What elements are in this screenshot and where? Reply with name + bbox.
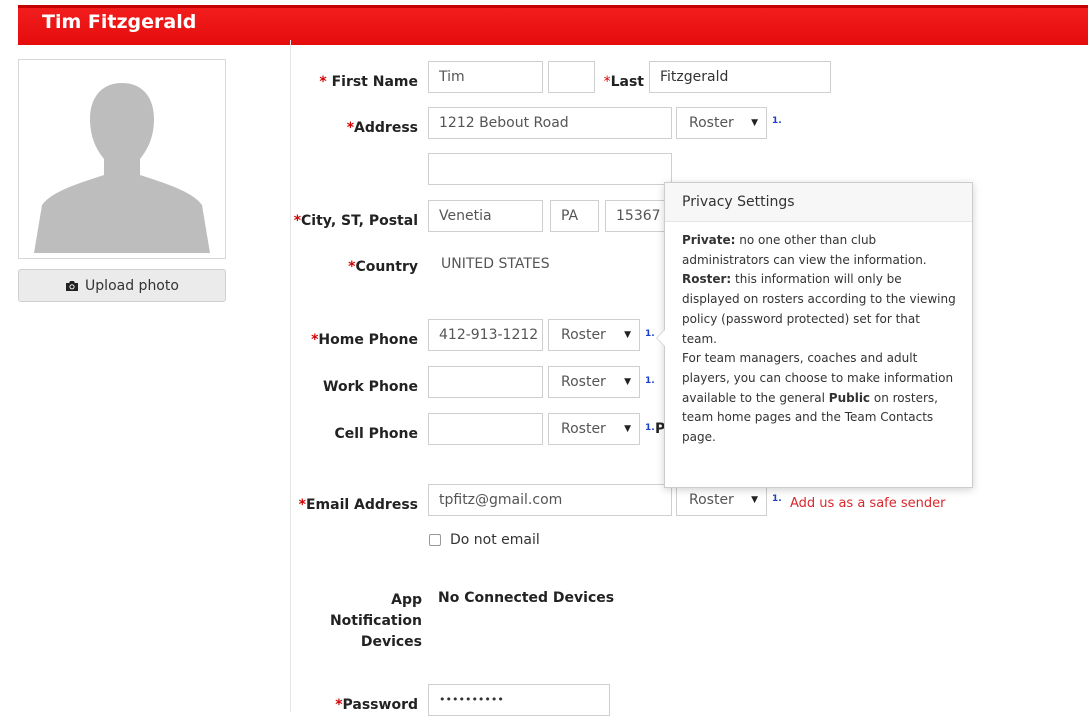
address-help-link[interactable]: 1.: [772, 116, 782, 126]
email-label: *Email Address: [298, 497, 418, 513]
page-title: Tim Fitzgerald: [42, 11, 197, 33]
work-phone-privacy-select[interactable]: Roster ▼: [548, 366, 640, 398]
country-select[interactable]: UNITED STATES: [428, 248, 668, 280]
middle-initial-input[interactable]: [548, 61, 595, 93]
first-name-input[interactable]: Tim: [428, 61, 543, 93]
dropdown-arrow-icon: ▼: [751, 495, 758, 505]
camera-icon: [66, 280, 79, 291]
person-silhouette-icon: [24, 65, 220, 253]
dropdown-arrow-icon: ▼: [624, 377, 631, 387]
address-line2-input[interactable]: [428, 153, 672, 185]
last-name-label: *Last: [603, 74, 644, 90]
do-not-email-checkbox[interactable]: [429, 534, 441, 546]
form-divider: [290, 40, 291, 712]
city-input[interactable]: Venetia: [428, 200, 543, 232]
address-line1-input[interactable]: 1212 Bebout Road: [428, 107, 672, 139]
privacy-settings-popover: Privacy Settings Private: no one other t…: [656, 182, 973, 488]
popover-body: Private: no one other than club administ…: [682, 233, 956, 445]
do-not-email-label: Do not email: [450, 532, 540, 548]
cell-phone-help-link[interactable]: 1.: [645, 423, 655, 433]
home-phone-privacy-select[interactable]: Roster ▼: [548, 319, 640, 351]
cell-phone-privacy-select[interactable]: Roster ▼: [548, 413, 640, 445]
cell-phone-input[interactable]: [428, 413, 543, 445]
popover-arrow-inner: [657, 330, 665, 346]
dropdown-arrow-icon: ▼: [624, 330, 631, 340]
state-input[interactable]: PA: [550, 200, 599, 232]
app-devices-value: No Connected Devices: [438, 590, 615, 606]
city-label: *City, ST, Postal: [293, 213, 418, 229]
dropdown-arrow-icon: ▼: [751, 118, 758, 128]
cell-phone-label: Cell Phone: [334, 426, 418, 442]
upload-photo-button[interactable]: Upload photo: [18, 269, 226, 302]
address-label: *Address: [346, 120, 418, 136]
password-label: *Password: [335, 697, 418, 713]
upload-photo-label: Upload photo: [85, 277, 179, 294]
work-phone-input[interactable]: [428, 366, 543, 398]
profile-header-bar: Tim Fitzgerald: [18, 5, 1088, 45]
avatar[interactable]: [18, 59, 226, 259]
app-devices-label: App Notification Devices: [329, 592, 422, 650]
dropdown-arrow-icon: ▼: [624, 424, 631, 434]
home-phone-help-link[interactable]: 1.: [645, 329, 655, 339]
popover-title: Privacy Settings: [665, 183, 972, 222]
email-input[interactable]: tpfitz@gmail.com: [428, 484, 672, 516]
home-phone-input[interactable]: 412-913-1212: [428, 319, 543, 351]
home-phone-label: *Home Phone: [311, 332, 418, 348]
country-label: *Country: [348, 259, 418, 275]
email-help-link[interactable]: 1.: [772, 494, 782, 504]
work-phone-help-link[interactable]: 1.: [645, 376, 655, 386]
work-phone-label: Work Phone: [323, 379, 418, 395]
email-privacy-select[interactable]: Roster ▼: [676, 484, 767, 516]
password-input[interactable]: ••••••••••: [428, 684, 610, 716]
last-name-input[interactable]: Fitzgerald: [649, 61, 831, 93]
safe-sender-link[interactable]: Add us as a safe sender: [790, 496, 945, 511]
first-name-label: * First Name: [319, 74, 418, 90]
address-privacy-select[interactable]: Roster ▼: [676, 107, 767, 139]
